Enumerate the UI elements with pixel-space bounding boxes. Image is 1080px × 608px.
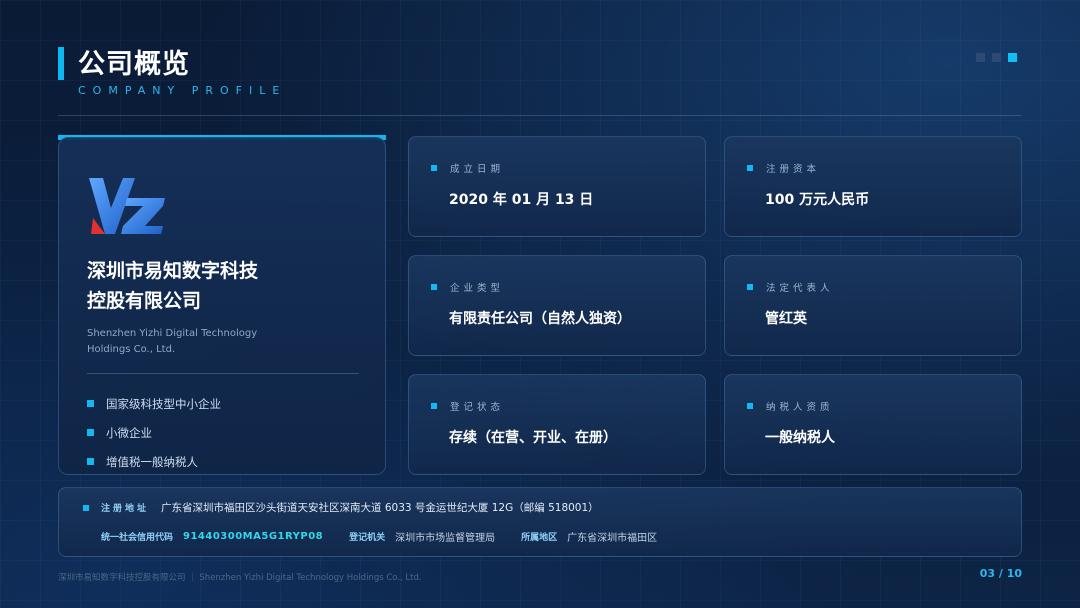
info-label: 法定代表人 bbox=[766, 283, 834, 294]
info-label: 成立日期 bbox=[450, 164, 505, 175]
decor-square bbox=[976, 53, 985, 62]
tag-item: 增值税一般纳税人 bbox=[87, 447, 221, 476]
authority-value: 深圳市市场监督管理局 bbox=[395, 533, 496, 544]
bullet-icon bbox=[87, 400, 94, 407]
info-card-legal-rep: 法定代表人 管红英 bbox=[724, 255, 1022, 356]
info-value: 2020 年 01 月 13 日 bbox=[449, 192, 594, 208]
region-label: 所属地区 bbox=[521, 533, 558, 543]
info-value: 一般纳税人 bbox=[765, 430, 835, 446]
info-card-founded: 成立日期 2020 年 01 月 13 日 bbox=[408, 136, 706, 237]
yz-logo-icon bbox=[89, 178, 165, 234]
company-name-en-line1: Shenzhen Yizhi Digital Technology bbox=[87, 328, 258, 339]
authority-label: 登记机关 bbox=[349, 533, 386, 543]
address-label: 注册地址 bbox=[101, 504, 150, 514]
credit-code-label: 统一社会信用代码 bbox=[101, 533, 174, 543]
address-value: 广东省深圳市福田区沙头街道天安社区深南大道 6033 号金运世纪大厦 12G（邮… bbox=[161, 502, 599, 514]
credit-code-value: 91440300MA5G1RYP08 bbox=[183, 531, 324, 542]
region-value: 广东省深圳市福田区 bbox=[567, 533, 658, 544]
address-row: 注册地址 广东省深圳市福田区沙头街道天安社区深南大道 6033 号金运世纪大厦 … bbox=[83, 500, 599, 515]
bullet-icon bbox=[87, 429, 94, 436]
registration-row: 统一社会信用代码 91440300MA5G1RYP08 登记机关 深圳市市场监督… bbox=[101, 529, 683, 544]
company-name: 深圳市易知数字科技 控股有限公司 bbox=[87, 256, 258, 316]
info-card-capital: 注册资本 100 万元人民币 bbox=[724, 136, 1022, 237]
company-name-line1: 深圳市易知数字科技 bbox=[87, 260, 259, 282]
bullet-icon bbox=[87, 458, 94, 465]
decor-squares bbox=[976, 53, 1017, 62]
company-name-line2: 控股有限公司 bbox=[87, 290, 202, 312]
company-card: 深圳市易知数字科技 控股有限公司 Shenzhen Yizhi Digital … bbox=[58, 137, 386, 475]
page-number: 03 / 10 bbox=[979, 567, 1022, 580]
company-card-divider bbox=[87, 373, 359, 374]
info-value: 100 万元人民币 bbox=[765, 192, 870, 208]
info-card-status: 登记状态 存续（在营、开业、在册） bbox=[408, 374, 706, 475]
bullet-icon bbox=[747, 284, 753, 290]
decor-square bbox=[992, 53, 1001, 62]
info-label: 登记状态 bbox=[450, 402, 505, 413]
info-value: 存续（在营、开业、在册） bbox=[449, 430, 617, 446]
info-card-type: 企业类型 有限责任公司（自然人独资） bbox=[408, 255, 706, 356]
info-label: 纳税人资质 bbox=[766, 402, 834, 413]
bullet-icon bbox=[431, 403, 437, 409]
company-name-en: Shenzhen Yizhi Digital Technology Holdin… bbox=[87, 326, 257, 358]
company-tags: 国家级科技型中小企业 小微企业 增值税一般纳税人 bbox=[87, 389, 221, 476]
decor-square-active bbox=[1008, 53, 1017, 62]
header-divider bbox=[58, 115, 1022, 116]
tag-label: 小微企业 bbox=[106, 425, 152, 440]
info-value: 管红英 bbox=[765, 311, 807, 327]
title-accent-bar bbox=[58, 47, 64, 80]
tag-item: 国家级科技型中小企业 bbox=[87, 389, 221, 418]
info-card-taxpayer: 纳税人资质 一般纳税人 bbox=[724, 374, 1022, 475]
bullet-icon bbox=[747, 403, 753, 409]
tag-item: 小微企业 bbox=[87, 418, 221, 447]
page-title: 公司概览 bbox=[78, 49, 190, 80]
bullet-icon bbox=[431, 165, 437, 171]
info-value: 有限责任公司（自然人独资） bbox=[449, 311, 631, 327]
bullet-icon bbox=[83, 504, 89, 511]
company-name-en-line2: Holdings Co., Ltd. bbox=[87, 344, 176, 355]
tag-label: 国家级科技型中小企业 bbox=[106, 396, 221, 411]
bullet-icon bbox=[431, 284, 437, 290]
footer-text: 深圳市易知数字科技控股有限公司 ｜ Shenzhen Yizhi Digital… bbox=[58, 573, 422, 583]
info-label: 注册资本 bbox=[766, 164, 821, 175]
bullet-icon bbox=[747, 165, 753, 171]
address-card: 注册地址 广东省深圳市福田区沙头街道天安社区深南大道 6033 号金运世纪大厦 … bbox=[58, 487, 1022, 557]
page-subtitle: COMPANY PROFILE bbox=[78, 84, 287, 97]
tag-label: 增值税一般纳税人 bbox=[106, 454, 198, 469]
info-label: 企业类型 bbox=[450, 283, 505, 294]
